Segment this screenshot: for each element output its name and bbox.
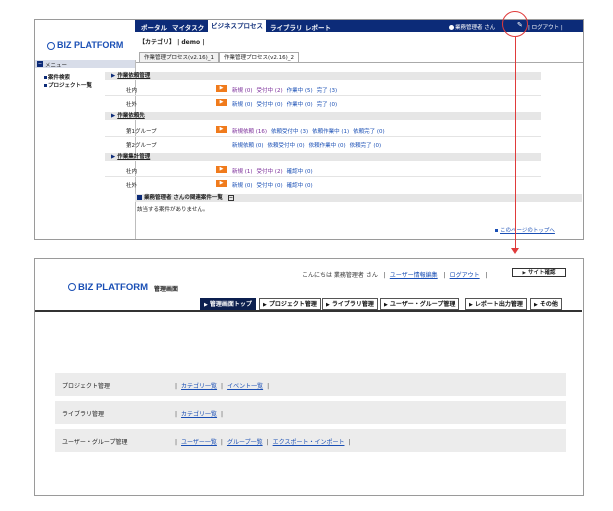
link-working[interactable]: 作業中 (5) — [287, 88, 313, 94]
link-checking[interactable]: 確認中 (0) — [287, 183, 313, 189]
row-label: 第1グループ — [126, 129, 157, 135]
tab-user-group-management[interactable]: ▶ ユーザー・グループ管理 — [380, 298, 460, 310]
row-links: 新規依頼 (16) 依頼受付中 (3) 依頼作業中 (1) 依頼完了 (0) — [232, 127, 389, 135]
new-icon: ▶ — [216, 85, 227, 92]
nav-business-process[interactable]: ビジネスプロセス — [208, 20, 266, 32]
link-accepted[interactable]: 受付中 (0) — [257, 183, 283, 189]
tab-project-management[interactable]: ▶ プロジェクト管理 — [259, 298, 321, 310]
row-divider — [105, 176, 541, 177]
breadcrumb: 【カテゴリ】 | demo | — [139, 39, 205, 46]
panel-user-group-management: ユーザー・グループ管理 | ユーザー一覧 | グループ一覧 | エクスポート・インポート | — [55, 429, 566, 452]
row-label: 社外 — [126, 183, 138, 189]
link-new-request[interactable]: 新規依頼 (16) — [232, 129, 267, 135]
row-label: 第2グループ — [126, 143, 157, 149]
link-category-list[interactable]: カテゴリ一覧 — [181, 383, 217, 390]
new-icon: ▶ — [216, 126, 227, 133]
tab-library-management[interactable]: ▶ ライブラリ管理 — [322, 298, 378, 310]
panel-label: ライブラリ管理 — [62, 411, 105, 418]
new-icon: ▶ — [216, 166, 227, 173]
row-divider — [105, 136, 541, 137]
tab-admin-top[interactable]: ▶ 管理画面トップ — [200, 298, 256, 310]
expand-icon[interactable] — [137, 195, 142, 200]
nav-mytask[interactable]: マイタスク — [172, 22, 204, 32]
link-accepted[interactable]: 受付中 (2) — [257, 169, 283, 175]
admin-subtitle: 管理画面 — [154, 286, 179, 293]
tab-divider — [136, 62, 583, 63]
logout-link[interactable]: | ログアウト | — [528, 23, 563, 31]
link-category-list[interactable]: カテゴリ一覧 — [181, 411, 217, 418]
user-icon — [449, 24, 454, 30]
row-links: 新規 (0) 受付中 (0) 作業中 (0) 完了 (0) — [232, 100, 341, 108]
link-new[interactable]: 新規 (0) — [232, 102, 253, 108]
row-links: 新規 (0) 受付中 (0) 確認中 (0) — [232, 181, 317, 189]
row-links: 新規 (0) 受付中 (2) 作業中 (5) 完了 (3) — [232, 86, 341, 94]
logo-mark-icon — [47, 41, 55, 50]
nav-portal[interactable]: ポータル — [141, 22, 167, 32]
arrow-head-icon — [511, 248, 519, 254]
highlight-circle — [502, 11, 528, 37]
logo: BIZ PLATFORM — [68, 282, 148, 293]
arrow-line — [514, 37, 516, 249]
new-icon: ▶ — [216, 180, 227, 187]
new-icon: ▶ — [216, 99, 227, 106]
link-new-request[interactable]: 新規依頼 (0) — [232, 143, 264, 149]
user-name: 業務管理者 さん — [449, 23, 495, 31]
link-checking[interactable]: 確認中 (0) — [287, 169, 313, 175]
link-accepted[interactable]: 受付中 (0) — [257, 102, 283, 108]
sidebar-item-case-search[interactable]: 案件検索 — [44, 73, 70, 81]
link-done[interactable]: 完了 (0) — [317, 102, 338, 108]
tab-underline — [35, 310, 582, 312]
logout-link[interactable]: ログアウト — [450, 272, 480, 279]
collapse-box-icon[interactable]: − — [227, 194, 234, 201]
link-new[interactable]: 新規 (0) — [232, 88, 253, 94]
row-divider — [105, 95, 541, 96]
row-links: 新規依頼 (0) 依頼受付中 (0) 依頼作業中 (0) 依頼完了 (0) — [232, 141, 385, 149]
collapse-icon[interactable]: − — [37, 61, 43, 67]
link-request-accepted[interactable]: 依頼受付中 (0) — [268, 143, 305, 149]
link-request-working[interactable]: 依頼作業中 (1) — [312, 129, 349, 135]
tab-other[interactable]: ▶ その他 — [530, 298, 562, 310]
link-done[interactable]: 完了 (3) — [317, 88, 338, 94]
header-links: こんにちは 業務管理者 さん | ユーザー情報編集 | ログアウト | — [302, 272, 488, 279]
panel-label: ユーザー・グループ管理 — [62, 439, 128, 446]
section-header: ▶ 作業集計管理 — [105, 153, 541, 161]
link-request-working[interactable]: 依頼作業中 (0) — [309, 143, 346, 149]
related-empty: 該当する案件がありません。 — [137, 207, 209, 213]
tab-report-management[interactable]: ▶ レポート出力管理 — [465, 298, 527, 310]
link-request-accepted[interactable]: 依頼受付中 (3) — [271, 129, 308, 135]
row-label: 社外 — [126, 102, 138, 108]
user-edit-link[interactable]: ユーザー情報編集 — [390, 272, 438, 279]
link-group-list[interactable]: グループ一覧 — [227, 439, 263, 446]
link-new[interactable]: 新規 (0) — [232, 183, 253, 189]
panel-library-management: ライブラリ管理 | カテゴリ一覧 | — [55, 401, 566, 424]
nav-library[interactable]: ライブラリ — [270, 22, 303, 32]
section-header: ▶ 作業依頼管理 — [105, 72, 541, 80]
sidebar-header: − メニュー — [35, 60, 135, 69]
link-event-list[interactable]: イベント一覧 — [227, 383, 263, 390]
logo-mark-icon — [68, 283, 76, 292]
site-check-button[interactable]: ▶ サイト確認 — [512, 268, 566, 277]
row-label: 社内 — [126, 169, 138, 175]
panel-label: プロジェクト管理 — [62, 383, 111, 390]
panel-project-management: プロジェクト管理 | カテゴリ一覧 | イベント一覧 | — [55, 373, 566, 396]
link-new[interactable]: 新規 (1) — [232, 169, 253, 175]
link-working[interactable]: 作業中 (0) — [287, 102, 313, 108]
link-request-done[interactable]: 依頼完了 (0) — [350, 143, 382, 149]
row-links: 新規 (1) 受付中 (2) 確認中 (0) — [232, 167, 317, 175]
logo: BIZ PLATFORM — [47, 40, 123, 50]
link-accepted[interactable]: 受付中 (2) — [257, 88, 283, 94]
row-label: 社内 — [126, 88, 138, 94]
link-user-list[interactable]: ユーザー一覧 — [181, 439, 217, 446]
section-header: ▶ 作業依頼先 — [105, 112, 541, 120]
nav-report[interactable]: レポート — [305, 22, 331, 32]
greeting-text: こんにちは 業務管理者 さん — [302, 272, 378, 279]
page-top-link[interactable]: このページのトップへ — [495, 226, 555, 234]
sidebar-item-project-list[interactable]: プロジェクト一覧 — [44, 81, 92, 89]
link-export-import[interactable]: エクスポート・インポート — [273, 439, 345, 446]
link-request-done[interactable]: 依頼完了 (0) — [353, 129, 385, 135]
